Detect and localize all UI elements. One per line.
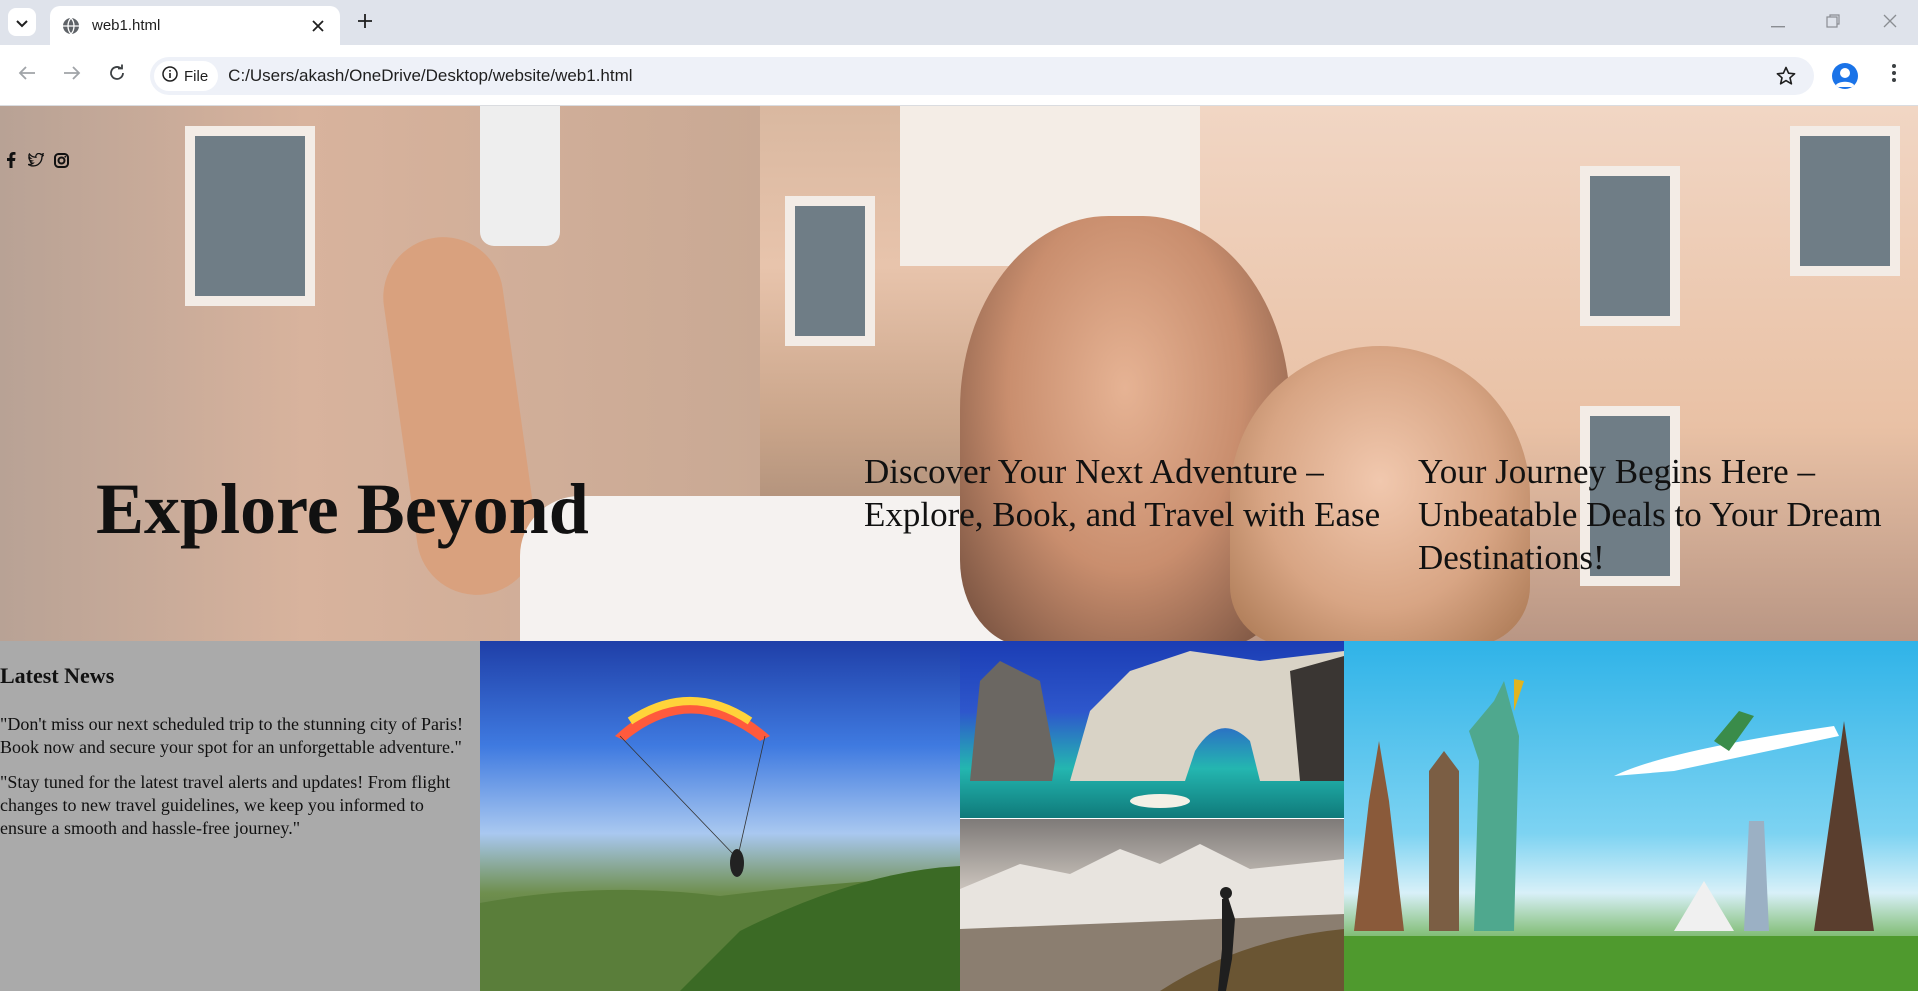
latest-news-panel: Latest News "Don't miss our next schedul… [0,641,480,991]
hero-title: Explore Beyond [96,469,589,549]
browser-tab[interactable]: web1.html [50,6,340,45]
more-vertical-icon [1892,64,1896,86]
close-icon[interactable] [308,16,328,36]
url-text[interactable]: C:/Users/akash/OneDrive/Desktop/website/… [228,66,1772,86]
back-button[interactable] [12,60,42,90]
news-item: "Stay tuned for the latest travel alerts… [0,772,451,838]
forward-button[interactable] [57,60,87,90]
instagram-icon[interactable] [53,152,69,168]
site-info-chip[interactable]: File [154,61,219,91]
building-window [185,126,315,306]
minimize-icon [1771,13,1785,32]
hero-tagline-journey: Your Journey Begins Here – Unbeatable De… [1418,452,1882,577]
web-page: Explore Beyond Discover Your Next Advent… [0,106,1918,991]
facebook-icon[interactable] [3,152,19,168]
minimize-button[interactable] [1758,8,1798,36]
globe-icon [62,17,80,35]
person-icon [1832,68,1858,89]
browser-tab-bar: web1.html [0,0,1918,45]
plus-icon [357,13,373,33]
arrow-right-icon [63,65,81,85]
tab-search-button[interactable] [8,8,36,36]
restore-button[interactable] [1813,8,1853,36]
world-landmarks-image [1344,641,1918,991]
chip-label: File [184,67,209,85]
building-window [1580,166,1680,326]
browser-menu-button[interactable] [1880,60,1908,90]
hero-tagline-discover: Discover Your Next Adventure – Explore, … [864,452,1381,534]
building-window [1790,126,1900,276]
browser-toolbar: File C:/Users/akash/OneDrive/Desktop/web… [0,45,1918,106]
restore-icon [1826,13,1840,32]
latest-news-heading: Latest News [0,663,115,688]
window-close-button[interactable] [1870,8,1910,36]
tab-title: web1.html [92,17,161,34]
reload-icon [108,64,126,86]
arrow-left-icon [18,65,36,85]
social-links [3,152,69,168]
star-icon[interactable] [1772,62,1800,90]
profile-avatar[interactable] [1832,63,1858,89]
info-icon [162,66,178,86]
hero-banner: Explore Beyond Discover Your Next Advent… [0,106,1918,641]
paragliding-image [480,641,960,991]
selfie-phone [480,106,560,246]
chevron-down-icon [16,13,28,32]
reload-button[interactable] [102,60,132,90]
building-window [785,196,875,346]
close-icon [1883,13,1897,32]
twitter-icon[interactable] [28,152,44,168]
news-item: "Don't miss our next scheduled trip to t… [0,714,464,757]
mountain-hiker-image [960,819,1344,991]
new-tab-button[interactable] [352,10,378,36]
address-bar[interactable]: File C:/Users/akash/OneDrive/Desktop/web… [150,57,1814,95]
sea-arch-image [960,641,1344,818]
